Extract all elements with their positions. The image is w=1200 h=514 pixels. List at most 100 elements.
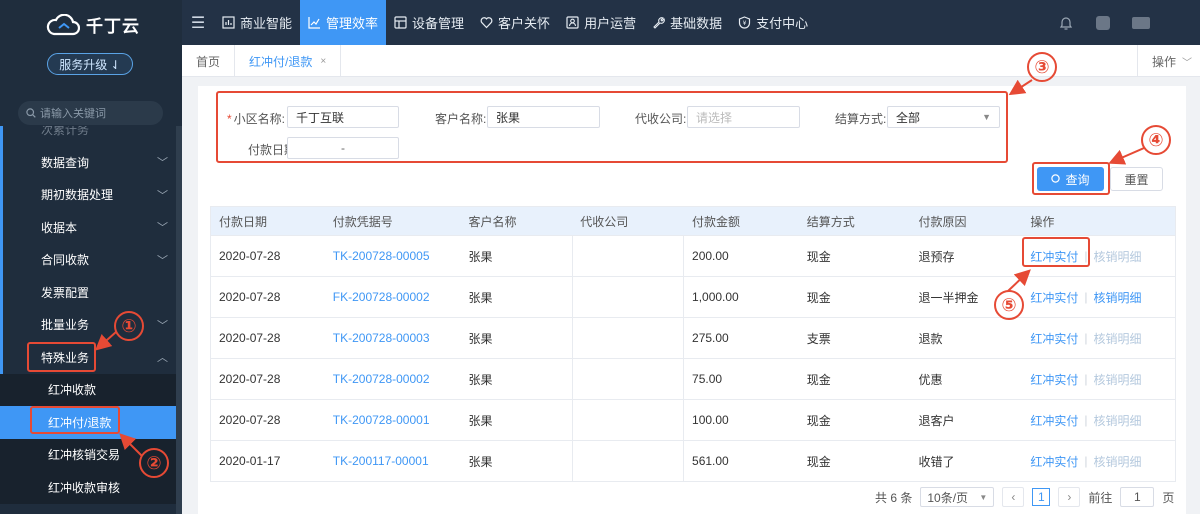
sidebar-scrollbar[interactable] bbox=[176, 126, 182, 514]
main-content: * 小区名称: 千丁互联 客户名称: 张果 代收公司: 请选择 结算方式: 全部 … bbox=[198, 86, 1186, 514]
upgrade-label: 服务升级 ⇃ bbox=[59, 57, 121, 72]
shield-icon: ¥ bbox=[738, 16, 751, 29]
user-menu[interactable] bbox=[1132, 16, 1150, 29]
current-page[interactable]: 1 bbox=[1032, 488, 1051, 506]
table-row: 2020-07-28 TK-200728-00001 张果 100.00 现金 … bbox=[211, 399, 1175, 440]
nav-right-tools bbox=[1058, 0, 1150, 45]
nav-device-management[interactable]: 设备管理 bbox=[386, 0, 472, 45]
reset-button[interactable]: 重置 bbox=[1110, 167, 1163, 191]
annotation-number-2: ② bbox=[139, 448, 169, 478]
goto-label: 前往 bbox=[1088, 490, 1113, 505]
annotation-number-5: ⑤ bbox=[994, 290, 1024, 320]
writeoff-detail-link: 核销明细 bbox=[1093, 372, 1142, 387]
search-icon bbox=[1051, 174, 1061, 183]
query-button[interactable]: 查询 bbox=[1037, 167, 1104, 191]
voucher-link[interactable]: TK-200728-00005 bbox=[333, 249, 430, 263]
device-icon bbox=[394, 16, 407, 29]
annotation-number-3: ③ bbox=[1027, 52, 1057, 82]
tab-home[interactable]: 首页 bbox=[182, 45, 236, 77]
chevron-down-icon: ﹀ bbox=[1182, 57, 1192, 69]
total-count: 共 6 条 bbox=[875, 490, 913, 505]
col-voucher-no: 付款凭据号 bbox=[332, 214, 393, 229]
annotation-frame-refund-menu bbox=[30, 406, 120, 434]
heart-icon bbox=[480, 17, 493, 29]
nav-customer-care[interactable]: 客户关怀 bbox=[472, 0, 558, 45]
pagination: 共 6 条 10条/页 ▼ ‹ 1 › 前往 1 页 bbox=[875, 487, 1174, 507]
writeoff-detail-link: 核销明细 bbox=[1093, 331, 1142, 346]
nav-management-efficiency[interactable]: 管理效率 bbox=[300, 0, 387, 45]
top-navigation: ☰ 商业智能 管理效率 设备管理 客户关怀 用户运营 基础数据 ¥ 支付中心 bbox=[182, 0, 1200, 45]
page-unit: 页 bbox=[1162, 490, 1175, 505]
wrench-icon bbox=[653, 17, 665, 29]
brand-name: 千丁云 bbox=[86, 17, 140, 36]
annotation-frame-filters bbox=[216, 91, 1008, 163]
close-icon[interactable]: × bbox=[320, 56, 326, 67]
sidebar-item-initial-data[interactable]: 期初数据处理 ﹀ bbox=[0, 178, 182, 211]
writeoff-detail-link: 核销明细 bbox=[1093, 454, 1142, 469]
sidebar-subitem-red-reverse-receipt[interactable]: 红冲收款 bbox=[0, 373, 182, 406]
col-operation: 操作 bbox=[1030, 214, 1055, 229]
sidebar-search-input[interactable]: 请输入关键词 bbox=[18, 101, 163, 125]
chevron-down-icon: ﹀ bbox=[157, 157, 168, 170]
nav-basic-data[interactable]: 基础数据 bbox=[644, 0, 730, 45]
red-reverse-pay-link[interactable]: 红冲实付 bbox=[1030, 330, 1078, 347]
nav-business-intelligence[interactable]: 商业智能 bbox=[214, 0, 300, 45]
brand-logo[interactable]: 千丁云 bbox=[46, 12, 140, 37]
sidebar-item-cut[interactable]: 次累计务 bbox=[0, 126, 182, 146]
chevron-down-icon: ﹀ bbox=[157, 189, 168, 202]
col-collector: 代收公司 bbox=[580, 214, 629, 229]
red-reverse-pay-link[interactable]: 红冲实付 bbox=[1030, 371, 1078, 388]
chevron-up-icon: ︿ bbox=[157, 352, 168, 365]
voucher-link[interactable]: FK-200728-00002 bbox=[333, 290, 430, 304]
tab-operations-dropdown[interactable]: 操作 ﹀ bbox=[1136, 45, 1200, 77]
chart-icon bbox=[222, 16, 235, 29]
writeoff-detail-link: 核销明细 bbox=[1093, 249, 1142, 264]
search-icon bbox=[26, 108, 36, 118]
sidebar-item-receipt-book[interactable]: 收据本 ﹀ bbox=[0, 211, 182, 244]
writeoff-detail-link[interactable]: 核销明细 bbox=[1093, 289, 1141, 306]
search-placeholder: 请输入关键词 bbox=[40, 108, 106, 120]
voucher-link[interactable]: TK-200728-00002 bbox=[333, 372, 430, 386]
red-reverse-pay-link[interactable]: 红冲实付 bbox=[1030, 453, 1078, 470]
sidebar-item-invoice-config[interactable]: 发票配置 bbox=[0, 276, 182, 309]
col-amount: 付款金额 bbox=[692, 214, 741, 229]
voucher-link[interactable]: TK-200117-00001 bbox=[333, 454, 429, 468]
cloud-logo-icon bbox=[46, 13, 80, 35]
sidebar-menu: 次累计务 数据查询 ﹀ 期初数据处理 ﹀ 收据本 ﹀ 合同收款 ﹀ 发票配置 批量业务 ﹀… bbox=[0, 126, 182, 504]
service-upgrade-button[interactable]: 服务升级 ⇃ bbox=[47, 53, 133, 75]
sidebar-item-batch-business[interactable]: 批量业务 ﹀ bbox=[0, 308, 182, 341]
svg-text:¥: ¥ bbox=[743, 20, 747, 27]
bell-icon[interactable] bbox=[1058, 15, 1074, 31]
user-icon bbox=[566, 16, 579, 29]
sidebar-item-contract-payment[interactable]: 合同收款 ﹀ bbox=[0, 243, 182, 276]
next-page-icon[interactable]: › bbox=[1058, 487, 1081, 507]
nav-user-operations[interactable]: 用户运营 bbox=[558, 0, 644, 45]
sidebar-item-data-query[interactable]: 数据查询 ﹀ bbox=[0, 146, 182, 179]
table-row: 2020-01-17 TK-200117-00001 张果 561.00 现金 … bbox=[211, 440, 1175, 481]
col-reason: 付款原因 bbox=[918, 214, 967, 229]
chevron-down-icon: ﹀ bbox=[157, 319, 168, 332]
voucher-link[interactable]: TK-200728-00001 bbox=[333, 413, 430, 427]
chevron-down-icon: ﹀ bbox=[157, 254, 168, 267]
prev-page-icon[interactable]: ‹ bbox=[1002, 487, 1025, 507]
table-row: 2020-07-28 FK-200728-00002 张果 1,000.00 现… bbox=[211, 276, 1175, 317]
table-row: 2020-07-28 TK-200728-00002 张果 75.00 现金 优… bbox=[211, 358, 1175, 399]
table-row: 2020-07-28 TK-200728-00003 张果 275.00 支票 … bbox=[211, 317, 1175, 358]
menu-toggle-icon[interactable]: ☰ bbox=[182, 13, 214, 33]
col-customer: 客户名称 bbox=[468, 214, 517, 229]
tab-red-reverse-refund[interactable]: 红冲付/退款 × bbox=[235, 45, 342, 77]
red-reverse-pay-link[interactable]: 红冲实付 bbox=[1030, 412, 1078, 429]
user-avatar[interactable] bbox=[1096, 15, 1110, 30]
red-reverse-pay-link[interactable]: 红冲实付 bbox=[1030, 289, 1078, 306]
caret-down-icon: ▼ bbox=[979, 492, 988, 502]
writeoff-detail-link: 核销明细 bbox=[1093, 413, 1142, 428]
trend-icon bbox=[308, 17, 321, 29]
voucher-link[interactable]: TK-200728-00003 bbox=[333, 331, 430, 345]
annotation-number-4: ④ bbox=[1141, 125, 1171, 155]
sidebar: 千丁云 服务升级 ⇃ 请输入关键词 次累计务 数据查询 ﹀ 期初数据处理 ﹀ 收据本… bbox=[0, 0, 182, 514]
page-size-select[interactable]: 10条/页 ▼ bbox=[920, 487, 995, 507]
goto-page-input[interactable]: 1 bbox=[1120, 487, 1155, 507]
col-payment-date: 付款日期 bbox=[219, 214, 268, 229]
chevron-down-icon: ﹀ bbox=[157, 222, 168, 235]
nav-payment-center[interactable]: ¥ 支付中心 bbox=[730, 0, 816, 45]
